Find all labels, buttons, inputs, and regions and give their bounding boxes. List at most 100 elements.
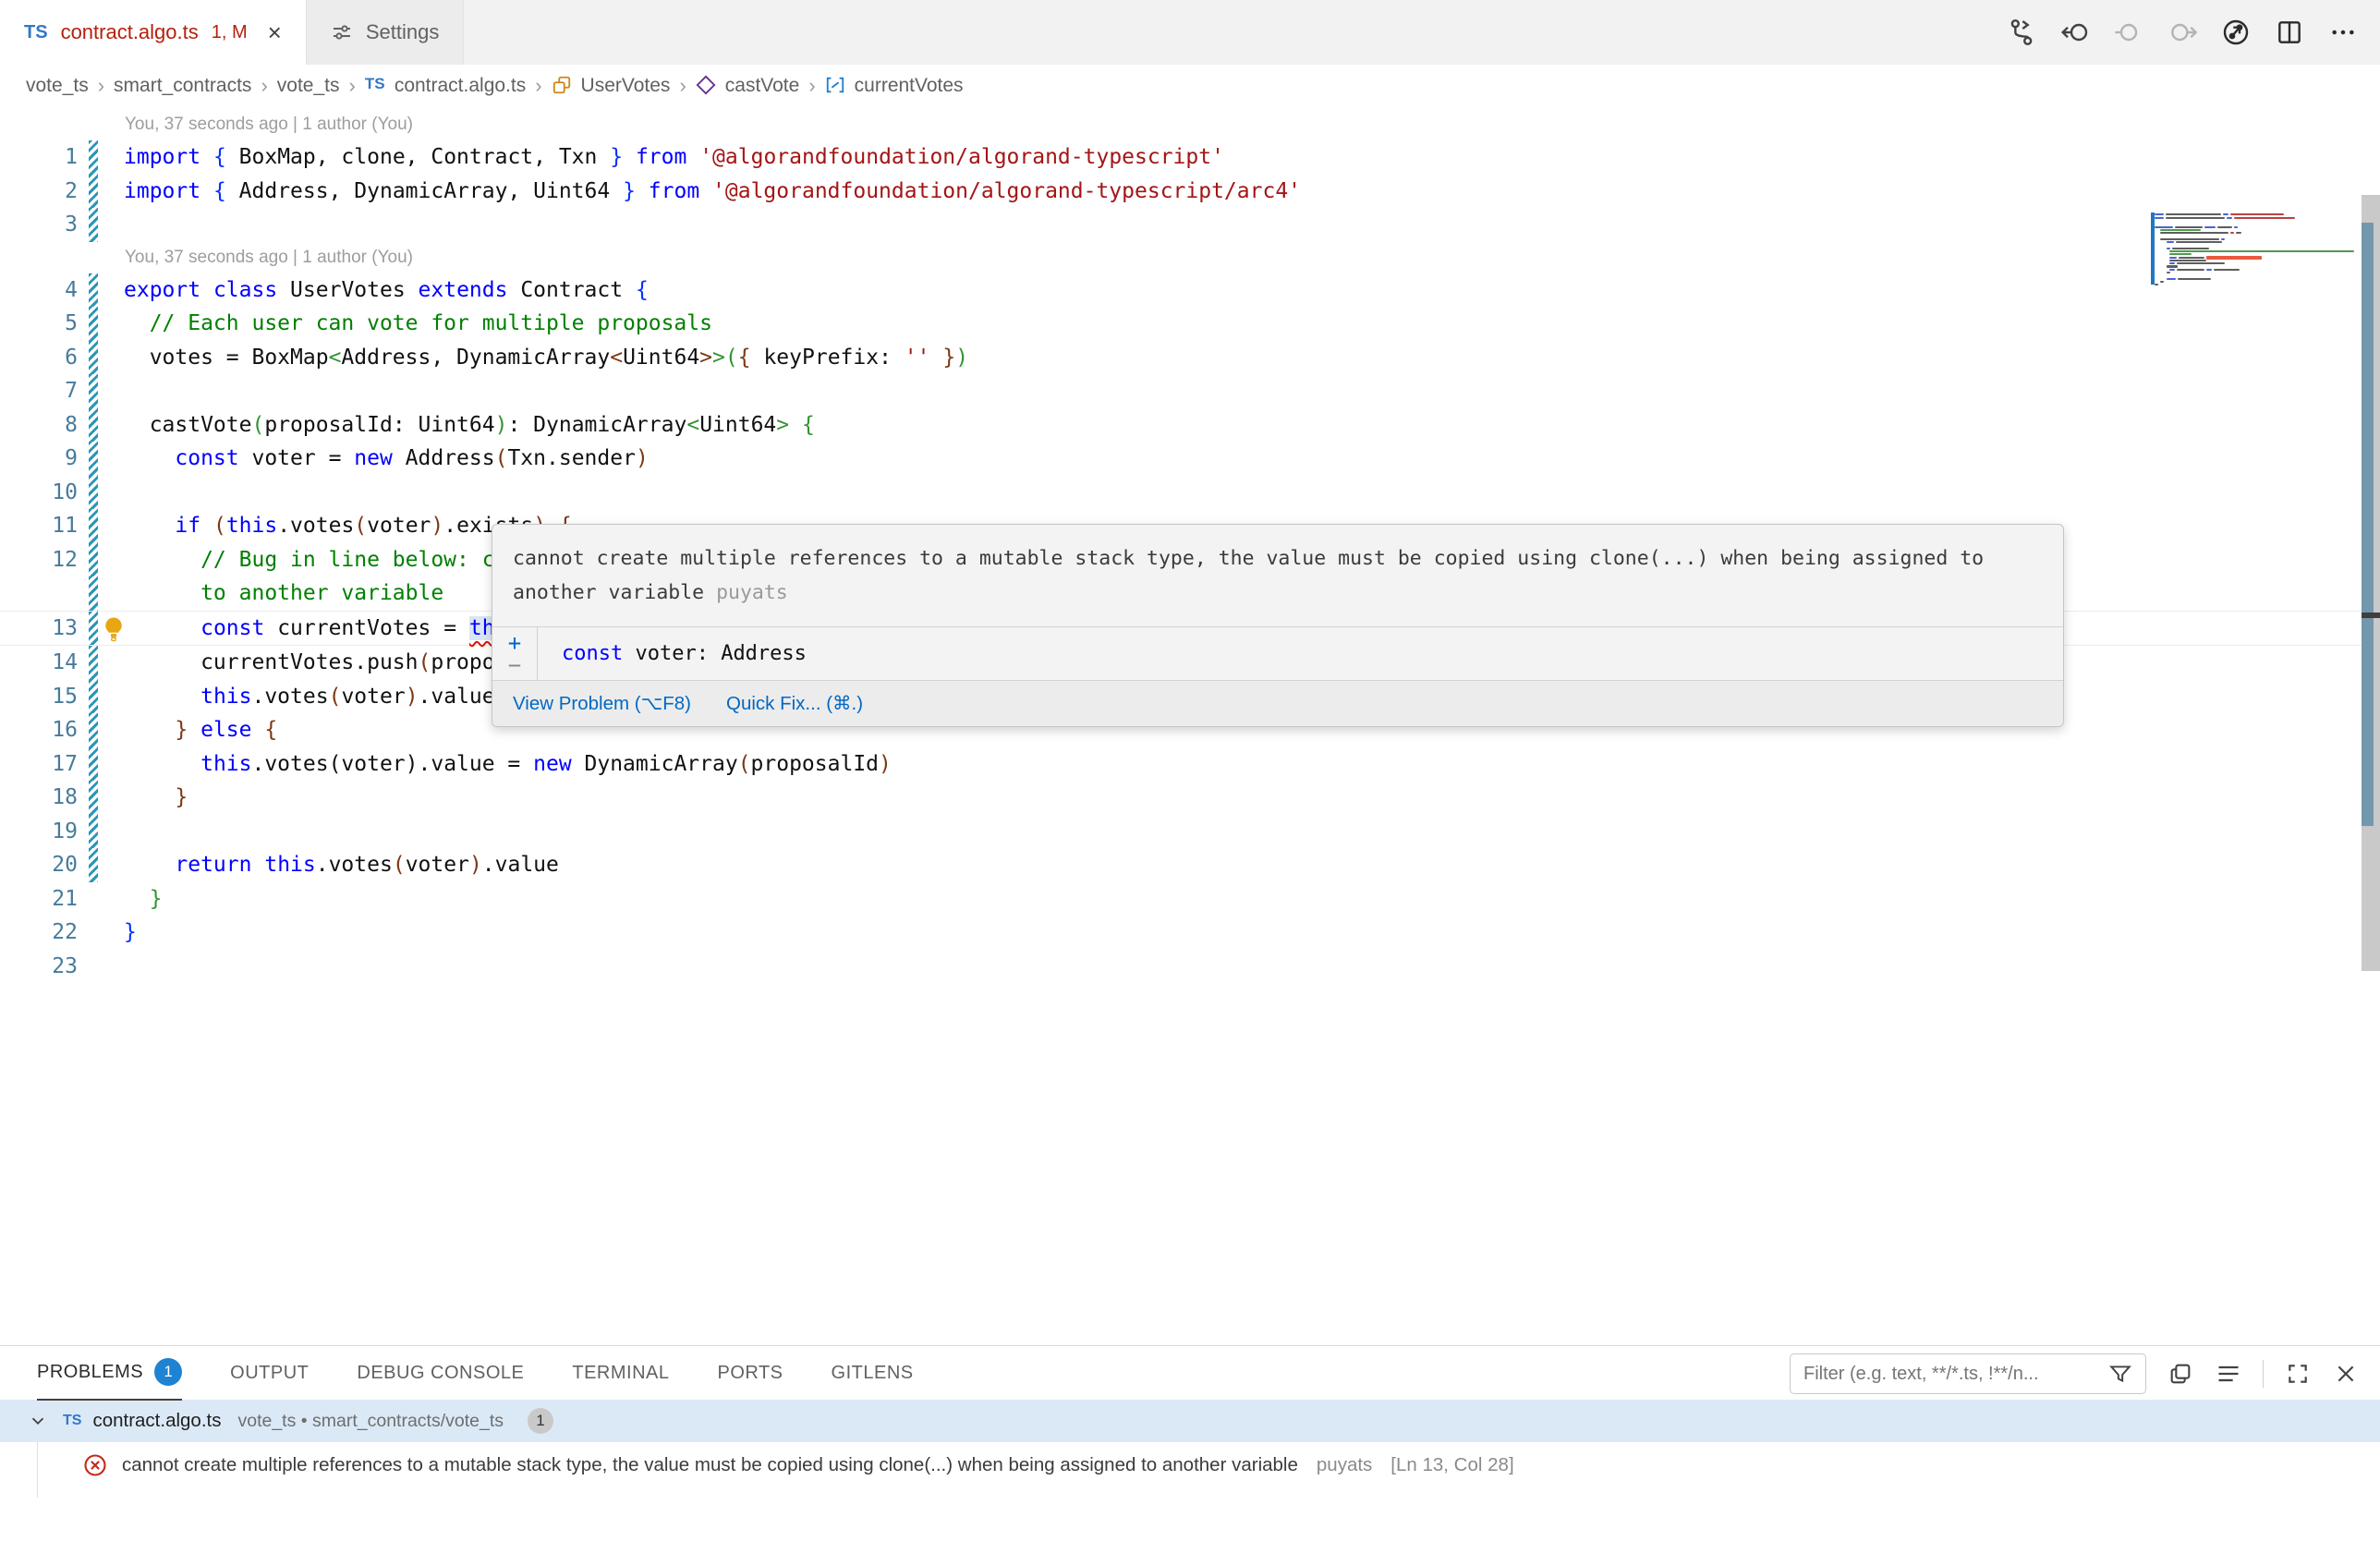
code-token: UserVotes <box>277 278 418 302</box>
breadcrumb-separator: › <box>808 74 815 98</box>
code-text: } <box>98 781 2380 815</box>
problems-filter-box[interactable] <box>1790 1353 2146 1394</box>
tab-contract-algo-ts[interactable]: TS contract.algo.ts 1, M × <box>0 0 307 65</box>
code-editor[interactable]: You, 37 seconds ago | 1 author (You)1 imp… <box>0 107 2380 1345</box>
split-editor-icon[interactable] <box>2269 12 2310 53</box>
view-problem-action[interactable]: View Problem (⌥F8) <box>513 692 691 715</box>
code-token <box>200 514 213 538</box>
typescript-file-icon: TS <box>24 22 48 43</box>
hover-symbol-signature: const voter: Address <box>538 627 831 680</box>
quick-fix-action[interactable]: Quick Fix... (⌘.) <box>726 692 863 715</box>
code-token <box>686 145 699 169</box>
tab-settings[interactable]: Settings <box>307 0 465 65</box>
minimap-token <box>2214 269 2240 271</box>
problems-file-row[interactable]: TS contract.algo.ts vote_ts • smart_cont… <box>0 1400 2380 1442</box>
chevron-down-icon[interactable] <box>24 1407 52 1435</box>
code-token: { <box>213 145 226 169</box>
panel-tab-problems[interactable]: PROBLEMS1 <box>37 1345 182 1401</box>
code-token <box>124 785 175 809</box>
minimap-token <box>2227 217 2232 219</box>
source-control-graph-icon[interactable] <box>2001 12 2042 53</box>
panel-tab-label: PORTS <box>717 1363 783 1384</box>
problems-filter-input[interactable] <box>1802 1363 2099 1386</box>
code-token <box>188 718 200 742</box>
minimap-line <box>2160 232 2241 234</box>
code-token <box>252 718 265 742</box>
gutter-change-bar <box>89 374 98 408</box>
breadcrumb-item-contract.algo.ts[interactable]: TScontract.algo.ts <box>365 75 526 97</box>
breadcrumb-item-castVote[interactable]: castVote <box>696 75 800 97</box>
breadcrumb-label: contract.algo.ts <box>395 75 526 97</box>
code-token: proposalId: Uint64 <box>264 413 494 437</box>
code-token <box>200 179 213 203</box>
minimap-line <box>2167 248 2209 249</box>
minimap-token <box>2172 248 2209 249</box>
close-tab-icon[interactable]: × <box>261 18 282 47</box>
minimap-token <box>2178 278 2211 280</box>
maximize-panel-icon[interactable] <box>2284 1360 2312 1388</box>
lightbulb-icon[interactable] <box>100 615 128 643</box>
minimap-line <box>2169 269 2240 271</box>
breadcrumb-item-smart_contracts[interactable]: smart_contracts <box>114 75 251 97</box>
code-line: 9 const voter = new Address(Txn.sender) <box>0 442 2380 476</box>
minimap-line <box>2167 272 2170 273</box>
nav-back-icon[interactable] <box>2055 12 2095 53</box>
line-number: 16 <box>0 713 78 747</box>
minimap-token <box>2160 238 2219 240</box>
panel-tab-terminal[interactable]: TERMINAL <box>572 1346 669 1400</box>
code-token: import <box>124 145 200 169</box>
breadcrumb-item-vote_ts[interactable]: vote_ts <box>277 75 340 97</box>
close-panel-icon[interactable] <box>2332 1360 2360 1388</box>
line-number: 9 <box>0 442 78 476</box>
minimap-token <box>2160 281 2164 283</box>
gutter-change-bar <box>89 713 98 747</box>
filter-icon <box>2107 1360 2134 1388</box>
increase-verbosity-icon[interactable]: + <box>508 632 521 654</box>
code-line: 2import { Address, DynamicArray, Uint64 … <box>0 175 2380 209</box>
panel-tab-output[interactable]: OUTPUT <box>230 1346 309 1400</box>
minimap[interactable] <box>2155 211 2362 294</box>
run-debug-icon[interactable] <box>2216 12 2256 53</box>
minimap-line <box>2169 257 2262 259</box>
minimap-token <box>2236 232 2241 234</box>
breadcrumb-label: UserVotes <box>581 75 671 97</box>
code-token: this <box>200 752 251 776</box>
gutter-change-bar <box>89 950 98 984</box>
line-number: 5 <box>0 307 78 341</box>
line-number: 1 <box>0 140 78 175</box>
code-token <box>623 145 636 169</box>
error-hover-tooltip: cannot create multiple references to a m… <box>492 524 2064 727</box>
minimap-line <box>2169 260 2206 261</box>
minimap-token <box>2169 257 2177 259</box>
minimap-line <box>2155 213 2284 215</box>
code-token: .votes <box>277 514 354 538</box>
minimap-token <box>2206 269 2212 271</box>
panel-tab-gitlens[interactable]: GITLENS <box>832 1346 914 1400</box>
gutter-change-bar <box>89 509 98 543</box>
panel-tab-debug-console[interactable]: DEBUG CONSOLE <box>357 1346 524 1400</box>
code-text: return this.votes(voter).value <box>98 848 2380 882</box>
editor-actions <box>2001 0 2363 65</box>
decrease-verbosity-icon[interactable]: − <box>508 654 521 676</box>
more-actions-icon[interactable] <box>2323 12 2363 53</box>
panel-tab-label: DEBUG CONSOLE <box>357 1363 524 1384</box>
code-token: { <box>213 179 226 203</box>
panel-tab-ports[interactable]: PORTS <box>717 1346 783 1400</box>
breadcrumb-item-UserVotes[interactable]: UserVotes <box>552 75 671 97</box>
copy-icon[interactable] <box>2167 1360 2194 1388</box>
line-number: 22 <box>0 916 78 950</box>
code-token <box>124 616 200 640</box>
gitlens-blame-annotation: You, 37 seconds ago | 1 author (You) <box>0 109 2380 140</box>
gutter-change-bar <box>89 208 98 242</box>
breadcrumb-item-currentVotes[interactable]: currentVotes <box>825 75 964 97</box>
code-token: < <box>610 346 623 370</box>
minimap-token <box>2223 213 2228 215</box>
code-text <box>98 950 2380 984</box>
line-number: 17 <box>0 747 78 782</box>
line-number: 13 <box>0 612 78 646</box>
breadcrumb-item-vote_ts[interactable]: vote_ts <box>26 75 89 97</box>
panel-tab-label: GITLENS <box>832 1363 914 1384</box>
code-token: ( <box>354 514 367 538</box>
problems-error-row[interactable]: cannot create multiple references to a m… <box>0 1442 2380 1488</box>
view-as-list-icon[interactable] <box>2215 1360 2242 1388</box>
